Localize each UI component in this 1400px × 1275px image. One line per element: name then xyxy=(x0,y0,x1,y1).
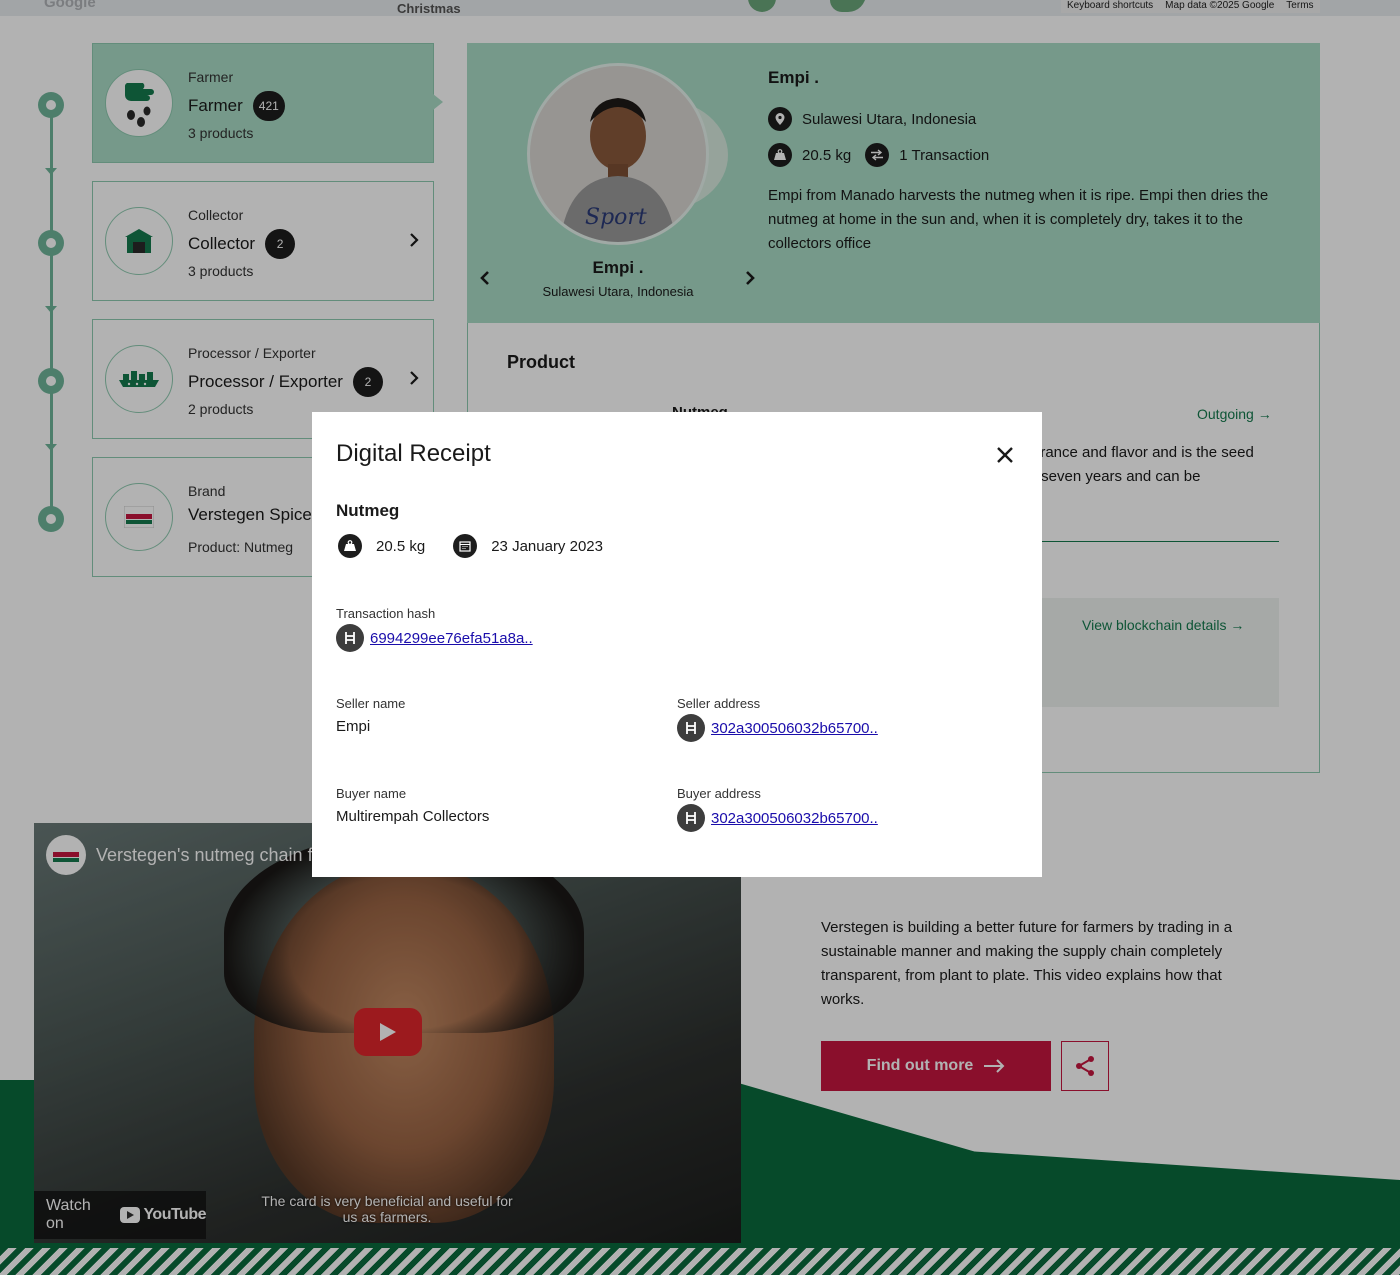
hedera-icon xyxy=(677,714,705,742)
hedera-icon xyxy=(677,804,705,832)
receipt-stats: 20.5 kg 23 January 2023 xyxy=(338,534,631,558)
receipt-date-value: 23 January 2023 xyxy=(491,537,603,555)
receipt-date: 23 January 2023 xyxy=(453,534,603,558)
weight-icon xyxy=(338,534,362,558)
seller-name: Empi xyxy=(336,718,371,735)
buyer-address-link[interactable]: 302a300506032b65700.. xyxy=(711,810,878,827)
close-icon[interactable] xyxy=(994,444,1016,466)
seller-address-link[interactable]: 302a300506032b65700.. xyxy=(711,720,878,737)
buyer-name: Multirempah Collectors xyxy=(336,808,490,825)
hedera-icon xyxy=(336,624,364,652)
seller-address-row: 302a300506032b65700.. xyxy=(677,714,878,742)
receipt-weight: 20.5 kg xyxy=(338,534,425,558)
calendar-icon xyxy=(453,534,478,558)
tx-hash-row: 6994299ee76efa51a8a.. xyxy=(336,624,533,652)
traceability-page: Google Christmas Keyboard shortcuts Map … xyxy=(0,0,1400,1275)
receipt-product: Nutmeg xyxy=(336,501,400,520)
buyer-address-row: 302a300506032b65700.. xyxy=(677,804,878,832)
modal-title: Digital Receipt xyxy=(336,440,491,467)
tx-hash-link[interactable]: 6994299ee76efa51a8a.. xyxy=(370,630,533,647)
digital-receipt-modal: Digital Receipt Nutmeg 20.5 kg 23 Januar… xyxy=(312,412,1042,877)
buyer-address-label: Buyer address xyxy=(677,786,761,801)
buyer-name-label: Buyer name xyxy=(336,786,407,801)
receipt-weight-value: 20.5 kg xyxy=(376,537,426,555)
seller-address-label: Seller address xyxy=(677,696,761,711)
tx-hash-label: Transaction hash xyxy=(336,606,436,621)
seller-name-label: Seller name xyxy=(336,696,406,711)
